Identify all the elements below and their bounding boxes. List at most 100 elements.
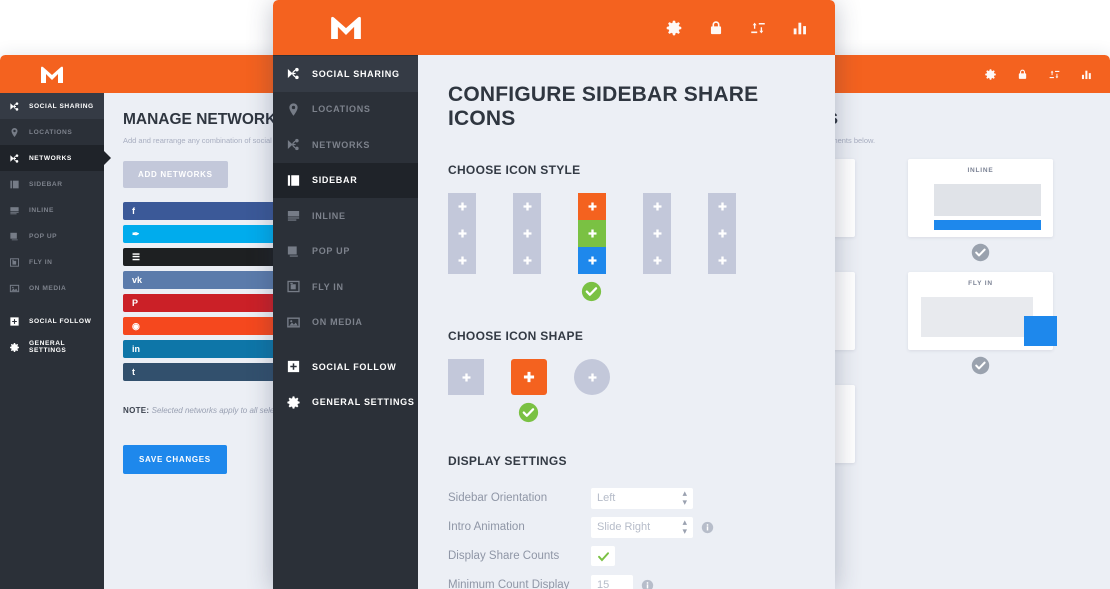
sidebar-item-locations[interactable]: LOCATIONS [273, 92, 418, 128]
style-swatch-cell[interactable] [643, 220, 671, 247]
users-icon[interactable] [749, 19, 767, 37]
center-sidebar-nav[interactable]: SOCIAL SHARING LOCATIONS NETWORKS SIDEBAR IN… [273, 55, 418, 589]
icon-shape-option-shape-square[interactable] [448, 359, 484, 395]
location-label: INLINE [967, 167, 994, 174]
icon-style-option-style-plain[interactable] [448, 193, 476, 303]
sidebar-item-on-media[interactable]: ON MEDIA [273, 305, 418, 341]
style-swatch-cell[interactable] [578, 193, 606, 220]
style-swatch-cell[interactable] [448, 193, 476, 220]
left-logo-slot [0, 66, 104, 83]
vk-icon: vk [132, 274, 143, 285]
bar-chart-icon[interactable] [1080, 68, 1093, 81]
sidebar-item-inline[interactable]: INLINE [0, 197, 104, 223]
sidebar-item-label: NETWORKS [312, 139, 371, 150]
sidebar-item-social-follow[interactable]: SOCIAL FOLLOW [0, 308, 104, 334]
style-swatch-cell[interactable] [448, 247, 476, 274]
icon-style-option-style-flat[interactable] [708, 193, 736, 303]
bar-chart-icon[interactable] [791, 19, 809, 37]
style-swatch-cell[interactable] [513, 193, 541, 220]
add-networks-button[interactable]: ADD NETWORKS [123, 161, 228, 188]
sidebar-item-sidebar[interactable]: SIDEBAR [273, 162, 418, 198]
sidebar-item-social-sharing[interactable]: SOCIAL SHARING [0, 93, 104, 119]
sidebar-item-on-media[interactable]: ON MEDIA [0, 275, 104, 301]
lock-icon[interactable] [707, 19, 725, 37]
plus-icon [653, 229, 661, 238]
style-swatch-cell[interactable] [643, 247, 671, 274]
info-icon[interactable] [701, 521, 714, 534]
shape-swatch[interactable] [448, 359, 484, 395]
style-swatch-stack [448, 193, 476, 274]
location-pin-icon [286, 102, 301, 117]
icon-style-option-style-colored[interactable] [578, 193, 606, 303]
location-cell-inline[interactable]: INLINE [908, 159, 1053, 262]
sidebar-item-general-settings[interactable]: GENERAL SETTINGS [273, 385, 418, 421]
icon-style-options[interactable] [448, 193, 805, 303]
style-swatch-cell[interactable] [513, 247, 541, 274]
center-topbar-icons[interactable] [665, 19, 835, 37]
plus-icon [523, 202, 531, 211]
gear-icon [286, 395, 301, 410]
sidebar-item-inline[interactable]: INLINE [273, 198, 418, 234]
display-share-counts-checkbox[interactable] [591, 546, 615, 566]
sidebar-item-networks[interactable]: NETWORKS [0, 145, 104, 171]
sidebar-item-general-settings[interactable]: GENERAL SETTINGS [0, 334, 104, 360]
sidebar-item-fly-in[interactable]: FLY IN [0, 249, 104, 275]
style-swatch-cell[interactable] [708, 247, 736, 274]
users-icon [1049, 70, 1060, 78]
style-swatch-cell[interactable] [448, 220, 476, 247]
sidebar-item-pop-up[interactable]: POP UP [0, 223, 104, 249]
left-sidebar-nav[interactable]: SOCIAL SHARING LOCATIONS NETWORKS SIDEBAR IN… [0, 93, 104, 589]
location-card[interactable]: INLINE [908, 159, 1053, 237]
users-icon[interactable] [1048, 68, 1061, 81]
location-card[interactable]: FLY IN [908, 272, 1057, 350]
gear-icon[interactable] [984, 68, 997, 81]
display-settings-list[interactable]: Sidebar Orientation Left ▴ ▾ Intro Animation… [448, 484, 805, 589]
gear-icon[interactable] [665, 19, 683, 37]
info-icon[interactable] [641, 579, 654, 589]
plus-square-icon [9, 316, 20, 327]
share-icon [287, 139, 299, 151]
sidebar-item-networks[interactable]: NETWORKS [273, 127, 418, 163]
lock-icon[interactable] [1016, 68, 1029, 81]
location-toggle-check-icon[interactable] [971, 356, 990, 375]
info-icon[interactable] [701, 521, 714, 534]
sidebar-item-label: SOCIAL SHARING [29, 102, 94, 110]
setting-row: Display Share Counts [448, 542, 805, 570]
location-toggle-check-icon[interactable] [971, 243, 990, 262]
style-swatch-cell[interactable] [578, 220, 606, 247]
sidebar-item-label: FLY IN [312, 281, 344, 292]
location-preview [918, 181, 1043, 234]
sidebar-layout-icon [9, 179, 20, 190]
sidebar-orientation-select[interactable]: Left ▴ ▾ [591, 487, 693, 509]
shape-swatch[interactable] [574, 359, 610, 395]
style-swatch-cell[interactable] [578, 247, 606, 274]
save-changes-button[interactable]: SAVE CHANGES [123, 445, 227, 474]
style-swatch-cell[interactable] [513, 220, 541, 247]
number-value: 15 [597, 579, 610, 589]
shape-swatch[interactable] [511, 359, 547, 395]
sidebar-item-fly-in[interactable]: FLY IN [273, 269, 418, 305]
style-swatch-cell[interactable] [643, 193, 671, 220]
sidebar-item-locations[interactable]: LOCATIONS [0, 119, 104, 145]
icon-shape-option-shape-circle[interactable] [574, 359, 610, 395]
style-swatch-cell[interactable] [708, 220, 736, 247]
sidebar-item-label: GENERAL SETTINGS [29, 340, 67, 354]
plus-square-icon [10, 316, 19, 326]
sidebar-item-pop-up[interactable]: POP UP [273, 234, 418, 270]
icon-style-option-style-outline[interactable] [513, 193, 541, 303]
info-icon[interactable] [641, 579, 654, 589]
setting-label: Intro Animation [448, 521, 525, 533]
select-value: Slide Right [597, 521, 651, 533]
icon-shape-option-shape-rounded[interactable] [511, 359, 547, 424]
style-swatch-cell[interactable] [708, 193, 736, 220]
sidebar-item-sidebar[interactable]: SIDEBAR [0, 171, 104, 197]
intro-animation-select[interactable]: Slide Right ▴ ▾ [591, 516, 693, 538]
minimum-count-display-input[interactable]: 15 [591, 574, 633, 589]
icon-shape-options[interactable] [448, 359, 805, 424]
sidebar-item-social-sharing[interactable]: SOCIAL SHARING [273, 56, 418, 92]
icon-style-option-style-gradient[interactable] [643, 193, 671, 303]
location-cell-flyin[interactable]: FLY IN [908, 272, 1057, 375]
right-topbar-icons[interactable] [984, 68, 1110, 81]
sidebar-item-social-follow[interactable]: SOCIAL FOLLOW [273, 349, 418, 385]
right-window-topbar [805, 55, 1110, 93]
